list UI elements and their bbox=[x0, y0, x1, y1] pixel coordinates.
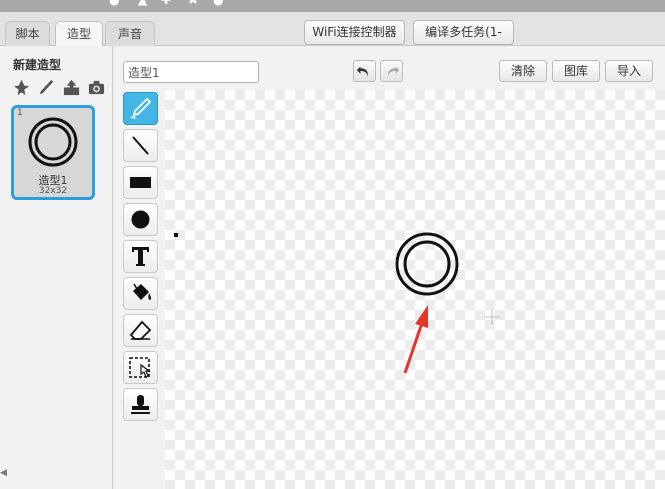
stamp-icon bbox=[131, 395, 150, 414]
brush-icon bbox=[130, 97, 152, 120]
line-icon bbox=[132, 136, 149, 155]
tab-scripts[interactable]: 脚本 bbox=[5, 21, 50, 47]
costume-item[interactable]: 1 造型1 32x32 bbox=[11, 105, 95, 200]
canvas-dot bbox=[174, 233, 178, 237]
brush-tool[interactable] bbox=[123, 92, 158, 125]
text-tool[interactable] bbox=[123, 240, 158, 273]
costume-name-input[interactable] bbox=[123, 61, 259, 83]
shrink-icon[interactable]: ✖ bbox=[188, 0, 198, 6]
rotation-center-crosshair[interactable] bbox=[484, 309, 500, 325]
import-button[interactable]: 导入 bbox=[605, 60, 653, 82]
top-menu-strip: ● ▲ ✚ ✖ ● bbox=[0, 0, 665, 12]
library-button[interactable]: 图库 bbox=[552, 60, 600, 82]
redo-icon bbox=[388, 66, 400, 77]
inner-circle-shape[interactable] bbox=[403, 240, 451, 288]
select-icon bbox=[129, 357, 151, 378]
costume-size: 32x32 bbox=[38, 186, 68, 196]
tab-bar: 脚本 造型 声音 WiFi连接控制器 编译多任务(1-8) bbox=[0, 12, 665, 62]
paint-toolbox bbox=[114, 90, 165, 489]
line-tool[interactable] bbox=[123, 129, 158, 162]
eraser-tool[interactable] bbox=[123, 314, 158, 347]
text-icon bbox=[132, 247, 149, 266]
pointer-icon[interactable]: ▲ bbox=[138, 0, 147, 6]
tab-costumes[interactable]: 造型 bbox=[55, 21, 103, 48]
user-icon[interactable]: ● bbox=[109, 0, 119, 6]
help-icon[interactable]: ● bbox=[213, 0, 223, 6]
paint-brush-icon[interactable] bbox=[37, 78, 56, 97]
rectangle-icon bbox=[130, 177, 151, 188]
canvas-drawing bbox=[174, 232, 500, 374]
undo-icon bbox=[356, 66, 368, 77]
upload-icon[interactable] bbox=[62, 78, 81, 97]
redo-button[interactable] bbox=[380, 60, 403, 82]
annotation-arrow bbox=[403, 305, 428, 374]
ellipse-icon bbox=[131, 210, 150, 229]
grow-icon[interactable]: ✚ bbox=[161, 0, 171, 6]
new-costume-label: 新建造型 bbox=[13, 58, 62, 72]
paint-canvas[interactable] bbox=[165, 90, 665, 489]
camera-icon[interactable] bbox=[87, 78, 106, 97]
rectangle-tool[interactable] bbox=[123, 166, 158, 199]
stamp-tool[interactable] bbox=[123, 388, 158, 421]
tab-sounds[interactable]: 声音 bbox=[105, 21, 155, 47]
ellipse-tool[interactable] bbox=[123, 203, 158, 236]
paint-bucket-icon bbox=[133, 283, 152, 300]
eraser-icon bbox=[129, 320, 152, 340]
new-costume-icons bbox=[12, 76, 106, 98]
undo-button[interactable] bbox=[353, 60, 376, 82]
panel-collapse-arrow[interactable]: ◀ bbox=[0, 466, 7, 480]
sprite-library-icon[interactable] bbox=[12, 78, 31, 97]
paint-editor-header: 清除 图库 导入 bbox=[114, 46, 665, 90]
costume-list-panel: 新建造型 1 造型1 32x32 ◀ bbox=[0, 46, 113, 489]
costume-thumbnail bbox=[28, 117, 78, 167]
compile-multitask-button[interactable]: 编译多任务(1-8) bbox=[413, 20, 514, 62]
fill-tool[interactable] bbox=[123, 277, 158, 310]
wifi-controller-button[interactable]: WiFi连接控制器 bbox=[304, 20, 405, 45]
select-tool[interactable] bbox=[123, 351, 158, 384]
costume-index: 1 bbox=[17, 108, 23, 118]
clear-button[interactable]: 清除 bbox=[499, 60, 547, 82]
